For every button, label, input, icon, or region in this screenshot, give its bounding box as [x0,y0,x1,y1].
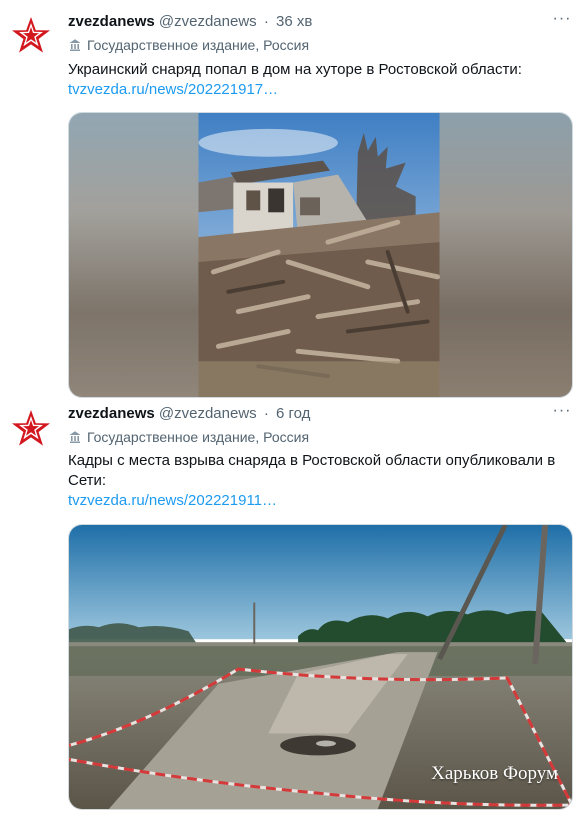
tweet-text: Украинский снаряд попал в дом на хуторе … [68,60,567,100]
state-media-label[interactable]: Государственное издание, Россия [68,35,309,55]
tweet[interactable]: zvezdanews @zvezdanews · 6 год ··· Госуд… [0,400,581,818]
more-icon[interactable]: ··· [551,11,573,34]
tweet-header: zvezdanews @zvezdanews · 6 год [68,403,571,425]
watermark: Харьков Форум [431,763,558,784]
separator-dot: · [263,405,269,422]
state-media-label-text: Государственное издание, Россия [87,37,310,53]
author-name[interactable]: zvezdanews [68,13,155,30]
red-star-icon [12,17,50,53]
government-building-icon [68,38,82,52]
tweet-body: Кадры с места взрыва снаряда в Ростовско… [68,452,556,489]
destroyed-house-photo [69,113,572,397]
government-building-icon [68,430,82,444]
tweet[interactable]: zvezdanews @zvezdanews · 36 хв ··· Госуд… [0,0,581,400]
author-name[interactable]: zvezdanews [68,405,155,422]
avatar[interactable] [10,407,52,449]
separator-dot: · [263,13,269,30]
red-star-icon [12,410,50,446]
tweet-time[interactable]: 36 хв [276,13,312,30]
more-icon[interactable]: ··· [551,403,573,426]
tweet-text: Кадры с места взрыва снаряда в Ростовско… [68,451,567,511]
state-media-label[interactable]: Государственное издание, Россия [68,427,309,447]
author-handle[interactable]: @zvezdanews [159,13,257,30]
tweet-link[interactable]: tvzvezda.ru/news/202221911… [68,491,567,511]
tweet-header: zvezdanews @zvezdanews · 36 хв [68,11,571,33]
tweet-time[interactable]: 6 год [276,405,310,422]
author-handle[interactable]: @zvezdanews [159,405,257,422]
tweet-photo[interactable] [68,112,573,398]
tweet-body: Украинский снаряд попал в дом на хуторе … [68,61,522,78]
tweet-link[interactable]: tvzvezda.ru/news/202221917… [68,80,567,100]
avatar[interactable] [10,14,52,56]
state-media-label-text: Государственное издание, Россия [87,429,310,445]
tweet-photo[interactable]: Харьков Форум [68,524,573,810]
